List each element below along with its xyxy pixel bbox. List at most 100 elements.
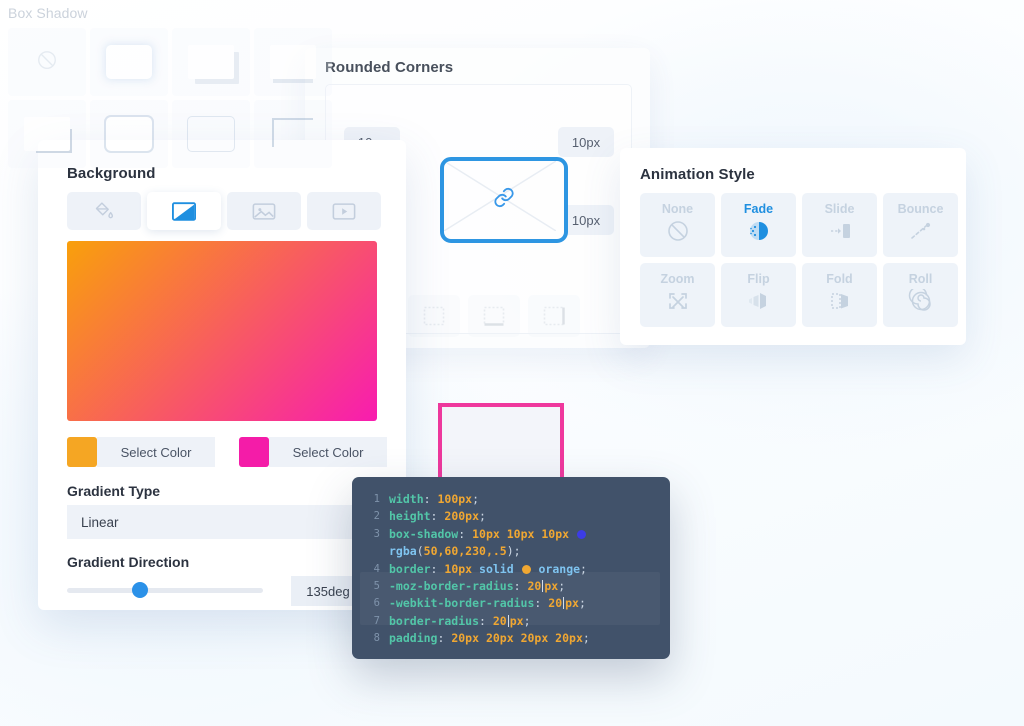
code-line: 6 -webkit-border-radius: 20 px; [366,595,660,612]
animation-option-fold[interactable]: Fold [802,263,877,327]
animation-option-zoom[interactable]: Zoom [640,263,715,327]
gradient-direction-handle[interactable] [131,582,148,598]
code-token: padding [389,631,438,646]
animation-option-slide[interactable]: Slide [802,193,877,257]
code-line-text: rgba(50,60,230,.5); [389,543,521,560]
code-token: : [437,631,452,646]
code-token: ; [479,509,486,524]
code-token: border-radius [389,613,480,628]
gradient-end-picker[interactable]: Select Color [239,437,387,467]
box-shadow-title: Box Shadow [8,5,88,21]
tab-image[interactable] [227,192,301,230]
code-line-text: border: 10px solid orange; [389,561,587,578]
code-token: 20 [492,613,507,628]
animation-option-none[interactable]: None [640,193,715,257]
animation-option-label: Roll [908,272,933,286]
code-token: : [430,561,445,576]
border-top-icon[interactable] [408,295,460,337]
box-shadow-preset-none[interactable] [8,28,86,96]
background-panel: Background Select Color Select Color Gra… [38,140,406,610]
box-shadow-preset-offset-corner[interactable] [8,100,86,168]
code-line-text: -moz-border-radius: 20 px; [389,578,565,595]
code-token: border [389,561,431,576]
animation-option-label: Zoom [660,272,695,286]
gradient-start-select-button[interactable]: Select Color [97,437,215,467]
code-token: px [544,579,559,594]
code-token: 20px 20px 20px 20px [451,631,583,646]
animation-option-fade[interactable]: Fade [721,193,796,257]
box-shadow-preset-outline[interactable] [172,100,250,168]
gradient-type-select[interactable]: Linear [67,505,391,539]
code-token: ; [578,596,586,611]
code-token: : [534,596,549,611]
gradient-start-swatch[interactable] [67,437,97,467]
box-shadow-preset-top-left[interactable] [254,100,332,168]
code-token: ; [580,561,587,576]
box-shadow-preset-bottom-right[interactable] [172,28,250,96]
code-token: -moz-border-radius [389,579,514,594]
animation-option-label: Fade [743,202,774,216]
border-bottom-icon[interactable] [468,295,520,337]
tab-gradient[interactable] [147,192,221,230]
code-token: solid [479,561,521,576]
rounded-corners-title: Rounded Corners [325,59,454,76]
animation-style-panel: Animation Style None Fade Slide Bounce Z… [620,148,966,345]
color-swatch-icon[interactable] [576,529,586,539]
animation-option-label: Fold [826,272,853,286]
gradient-end-select-button[interactable]: Select Color [269,437,387,467]
code-editor-panel[interactable]: 1 width: 100px; 2 height: 200px; 3 box-shadow… [352,477,670,659]
animation-option-flip[interactable]: Flip [721,263,796,327]
box-shadow-preset-bottom-line[interactable] [254,28,332,96]
code-token: px [509,613,524,628]
code-token: : [430,509,445,524]
shadow-offset-corner-icon [24,117,70,151]
code-token: ( [416,544,424,559]
border-right-icon[interactable] [528,295,580,337]
tab-solid-color[interactable] [67,192,141,230]
shadow-outline-icon [187,116,235,152]
code-line-number: 8 [373,632,380,645]
code-token: : [479,613,493,628]
box-shadow-preset-all-around[interactable] [90,100,168,168]
code-line: 3 box-shadow: 10px 10px 10px [366,526,660,543]
code-token: 20 [527,579,542,594]
code-line: rgba(50,60,230,.5); [366,543,660,560]
box-shadow-presets [8,28,332,168]
code-token: -webkit-border-radius [389,596,535,611]
code-line-number: 4 [373,562,380,575]
code-token: orange [531,561,581,576]
code-line: 7 border-radius: 20 px; [366,613,660,630]
code-line: 4 border: 10px solid orange; [366,561,660,578]
fade-icon [746,219,772,248]
color-swatch-icon[interactable] [521,564,531,574]
gradient-start-picker[interactable]: Select Color [67,437,215,467]
code-line-number: 3 [373,527,380,540]
code-token: ; [558,579,566,594]
tab-video[interactable] [307,192,381,230]
code-line-number: 6 [373,597,380,610]
code-token: 200px [444,509,480,524]
code-lines: 1 width: 100px; 2 height: 200px; 3 box-shadow… [366,491,660,648]
no-entry-icon [666,219,690,248]
gradient-end-swatch[interactable] [239,437,269,467]
shadow-glow-icon [106,45,152,79]
box-shadow-preset-glow[interactable] [90,28,168,96]
code-line-text: -webkit-border-radius: 20 px; [389,595,586,612]
code-token: ; [523,613,531,628]
animation-option-roll[interactable]: Roll [883,263,958,327]
background-tabs [67,192,381,230]
no-shadow-icon [36,49,58,76]
animation-option-bounce[interactable]: Bounce [883,193,958,257]
corner-input-top-right[interactable]: 10px [558,127,614,157]
gradient-preview[interactable] [67,241,377,421]
animation-option-label: Bounce [897,202,944,216]
code-line-number: 7 [373,614,380,627]
gradient-direction-slider[interactable] [67,582,263,598]
code-token: rgba [389,544,417,559]
code-token: px [565,596,579,611]
shadow-all-around-icon [106,117,152,151]
gradient-type-label: Gradient Type [67,483,161,499]
code-line-number: 2 [373,510,380,523]
corner-preview-box[interactable] [440,157,568,243]
text-caret [563,597,565,610]
